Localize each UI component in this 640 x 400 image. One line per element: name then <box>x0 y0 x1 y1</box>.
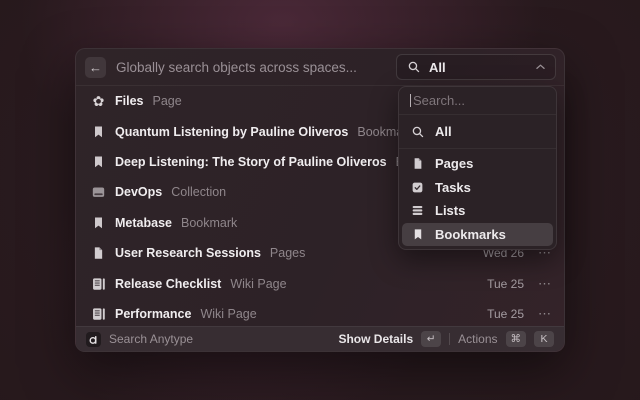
actions-label[interactable]: Actions <box>458 332 497 346</box>
more-options-icon[interactable]: ⋯ <box>538 309 550 319</box>
result-type: Page <box>153 94 182 108</box>
result-row-release-checklist[interactable]: Release Checklist Wiki Page Tue 25 ⋯ <box>76 268 564 298</box>
cmd-key-icon: ⌘ <box>506 331 527 347</box>
bookmark-icon <box>90 216 107 230</box>
enter-key-icon: ↵ <box>421 331 441 347</box>
result-type: Pages <box>270 246 305 260</box>
bookmark-icon <box>90 125 107 139</box>
filter-option-bookmarks[interactable]: Bookmarks <box>402 223 553 247</box>
app-label: Search Anytype <box>109 332 193 346</box>
result-title: Deep Listening: The Story of Pauline Oli… <box>115 155 387 169</box>
wiki-page-icon <box>90 307 107 321</box>
search-footer-bar: Search Anytype Show Details ↵ Actions ⌘ … <box>76 326 564 351</box>
result-date: Tue 25 <box>487 277 524 291</box>
filter-search-placeholder: Search... <box>413 93 465 108</box>
filter-option-label: Lists <box>435 203 465 218</box>
result-title: User Research Sessions <box>115 246 261 260</box>
filter-option-label: Pages <box>435 156 473 171</box>
result-type: Wiki Page <box>200 307 256 321</box>
result-type: Wiki Page <box>230 277 286 291</box>
filter-option-all[interactable]: All <box>399 115 556 149</box>
footer-divider <box>449 333 450 345</box>
filter-option-label: Bookmarks <box>435 227 506 242</box>
search-icon <box>410 125 425 139</box>
result-type: Bookmark <box>181 216 237 230</box>
result-title: DevOps <box>115 185 162 199</box>
filter-type-group: Pages Tasks Lists <box>399 149 556 249</box>
flower-icon: ✿ <box>90 94 107 108</box>
more-options-icon[interactable]: ⋯ <box>538 279 550 289</box>
layers-icon <box>410 204 425 217</box>
anytype-logo-icon <box>86 332 101 347</box>
filter-dropdown-panel: Search... All Pages <box>398 86 557 250</box>
result-type: Collection <box>171 185 226 199</box>
desktop-background: ← Globally search objects across spaces.… <box>0 0 640 400</box>
search-icon <box>407 60 421 74</box>
page-icon <box>90 246 107 260</box>
chevron-up-icon <box>536 64 545 70</box>
back-button[interactable]: ← <box>85 57 106 78</box>
result-title: Metabase <box>115 216 172 230</box>
filter-select[interactable]: All <box>396 54 556 80</box>
filter-search-input[interactable]: Search... <box>399 87 556 115</box>
page-icon <box>410 157 425 170</box>
filter-option-label: All <box>435 124 452 139</box>
back-arrow-icon: ← <box>89 60 102 75</box>
filter-select-value: All <box>429 60 446 75</box>
show-details-label[interactable]: Show Details <box>338 332 413 346</box>
bookmark-icon <box>410 228 425 241</box>
wiki-page-icon <box>90 277 107 291</box>
filter-option-label: Tasks <box>435 180 471 195</box>
collection-icon <box>90 185 107 199</box>
filter-option-tasks[interactable]: Tasks <box>402 176 553 200</box>
result-title: Release Checklist <box>115 277 221 291</box>
task-checkbox-icon <box>410 181 425 194</box>
filter-option-lists[interactable]: Lists <box>402 199 553 223</box>
result-title: Files <box>115 94 144 108</box>
search-header: ← Globally search objects across spaces.… <box>76 49 564 86</box>
k-key-icon: K <box>534 331 554 347</box>
result-date: Tue 25 <box>487 307 524 321</box>
result-row-performance[interactable]: Performance Wiki Page Tue 25 ⋯ <box>76 299 564 329</box>
result-title: Quantum Listening by Pauline Oliveros <box>115 125 348 139</box>
global-search-modal: ← Globally search objects across spaces.… <box>75 48 565 352</box>
filter-option-pages[interactable]: Pages <box>402 152 553 176</box>
search-input[interactable]: Globally search objects across spaces... <box>116 60 396 75</box>
result-title: Performance <box>115 307 191 321</box>
text-cursor <box>410 94 411 107</box>
bookmark-icon <box>90 155 107 169</box>
